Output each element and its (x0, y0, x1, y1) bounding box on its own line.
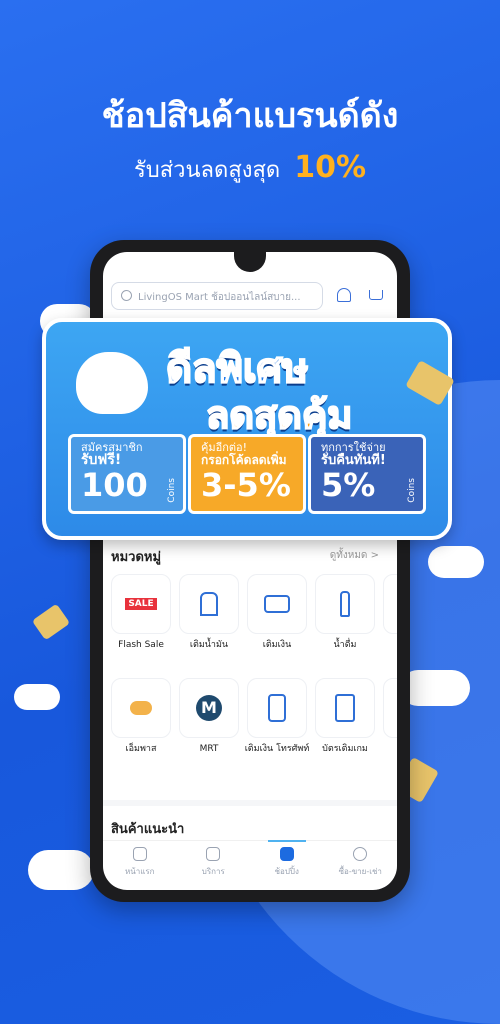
search-input[interactable]: LivingOS Mart ช้อปออนไลน์สบาย... (111, 282, 323, 310)
ticket-decoration (31, 603, 71, 641)
shopping-bag-icon (279, 847, 294, 861)
cloud-decoration (428, 546, 484, 578)
nav-label: ซื้อ-ขาย-เช่า (338, 867, 382, 876)
category-mpass[interactable] (111, 678, 171, 738)
coupon-unit: Coins (167, 478, 177, 503)
coupon-signup: สมัครสมาชิก รับฟรี! 100 Coins (68, 434, 186, 514)
category-flash-sale[interactable]: SALE (111, 574, 171, 634)
category-more[interactable] (383, 678, 397, 738)
category-label: น้ำดื่ม (333, 640, 357, 650)
bottom-nav: หน้าแรก บริการ ช้อปปิ้ง ซื้อ-ขาย-เช่า (103, 840, 397, 890)
category-fuel[interactable] (179, 574, 239, 634)
category-topup[interactable] (247, 574, 307, 634)
categories-title: หมวดหมู่ (111, 550, 162, 565)
bell-icon[interactable] (337, 288, 351, 302)
cloud-decoration (28, 850, 94, 890)
category-label: เติมเงิน โทรศัพท์ (244, 744, 310, 754)
game-card-icon (335, 694, 355, 722)
shield-heart-icon (206, 847, 221, 861)
recommended-title: สินค้าแนะนำ (111, 822, 185, 837)
category-label: Flash Sale (118, 640, 164, 650)
cloud-decoration (14, 684, 60, 710)
phone-topup-icon (268, 694, 286, 722)
search-placeholder: LivingOS Mart ช้อปออนไลน์สบาย... (138, 292, 301, 303)
coupon-value: 3-5% (201, 466, 291, 504)
search-icon (121, 290, 132, 301)
search-home-icon (353, 847, 368, 861)
nav-label: ช้อปปิ้ง (274, 867, 299, 876)
cart-icon[interactable] (369, 290, 383, 300)
category-label: เติมเงิน (262, 640, 292, 650)
nav-buy-sell-rent[interactable]: ซื้อ-ขาย-เช่า (324, 841, 398, 890)
coupon-value: 5% (321, 466, 376, 504)
fuel-pump-icon (200, 592, 218, 616)
nav-shopping[interactable]: ช้อปปิ้ง (250, 840, 324, 890)
coupon-cashback: ทุกการใช้จ่าย รับคืนทันที! 5% Coins (308, 434, 426, 514)
cloud-decoration (400, 670, 470, 706)
category-label: MRT (199, 744, 219, 754)
see-all-link[interactable]: ดูทั้งหมด > (330, 548, 379, 563)
coupon-unit: Coins (407, 478, 417, 503)
cloud-mascot (76, 352, 148, 414)
nav-home[interactable]: หน้าแรก (103, 841, 177, 890)
category-water[interactable] (315, 574, 375, 634)
category-label: เอ็มพาส (125, 744, 157, 754)
category-label: เติมน้ำมัน (189, 640, 229, 650)
nav-label: บริการ (201, 867, 225, 876)
home-icon (132, 847, 147, 861)
nav-services[interactable]: บริการ (177, 841, 251, 890)
category-game-card[interactable] (315, 678, 375, 738)
category-mrt[interactable]: M (179, 678, 239, 738)
water-bottle-icon (340, 591, 350, 617)
promo-subline: รับส่วนลดสูงสุด 10% (0, 150, 500, 187)
mpass-icon (130, 701, 152, 715)
flash-sale-icon: SALE (125, 598, 157, 610)
category-phone-topup[interactable] (247, 678, 307, 738)
card-topup-icon (264, 595, 290, 613)
category-more[interactable] (383, 574, 397, 634)
section-divider (103, 800, 397, 806)
category-label: บัตรเติมเกม (322, 744, 368, 754)
subline-value: 10% (294, 150, 367, 185)
promo-banner: ดีลพิเศษ ลดสุดคุ้ม สมัครสมาชิก รับฟรี! 1… (42, 318, 452, 540)
mrt-icon: M (196, 695, 222, 721)
subline-text: รับส่วนลดสูงสุด (133, 158, 281, 183)
coupon-code: คุ้มอีกต่อ! กรอกโค้ดลดเพิ่ม 3-5% (188, 434, 306, 514)
nav-label: หน้าแรก (124, 867, 155, 876)
coupon-value: 100 (81, 466, 148, 504)
promo-headline: ช้อปสินค้าแบรนด์ดัง (101, 96, 399, 136)
camera-notch (234, 252, 266, 272)
